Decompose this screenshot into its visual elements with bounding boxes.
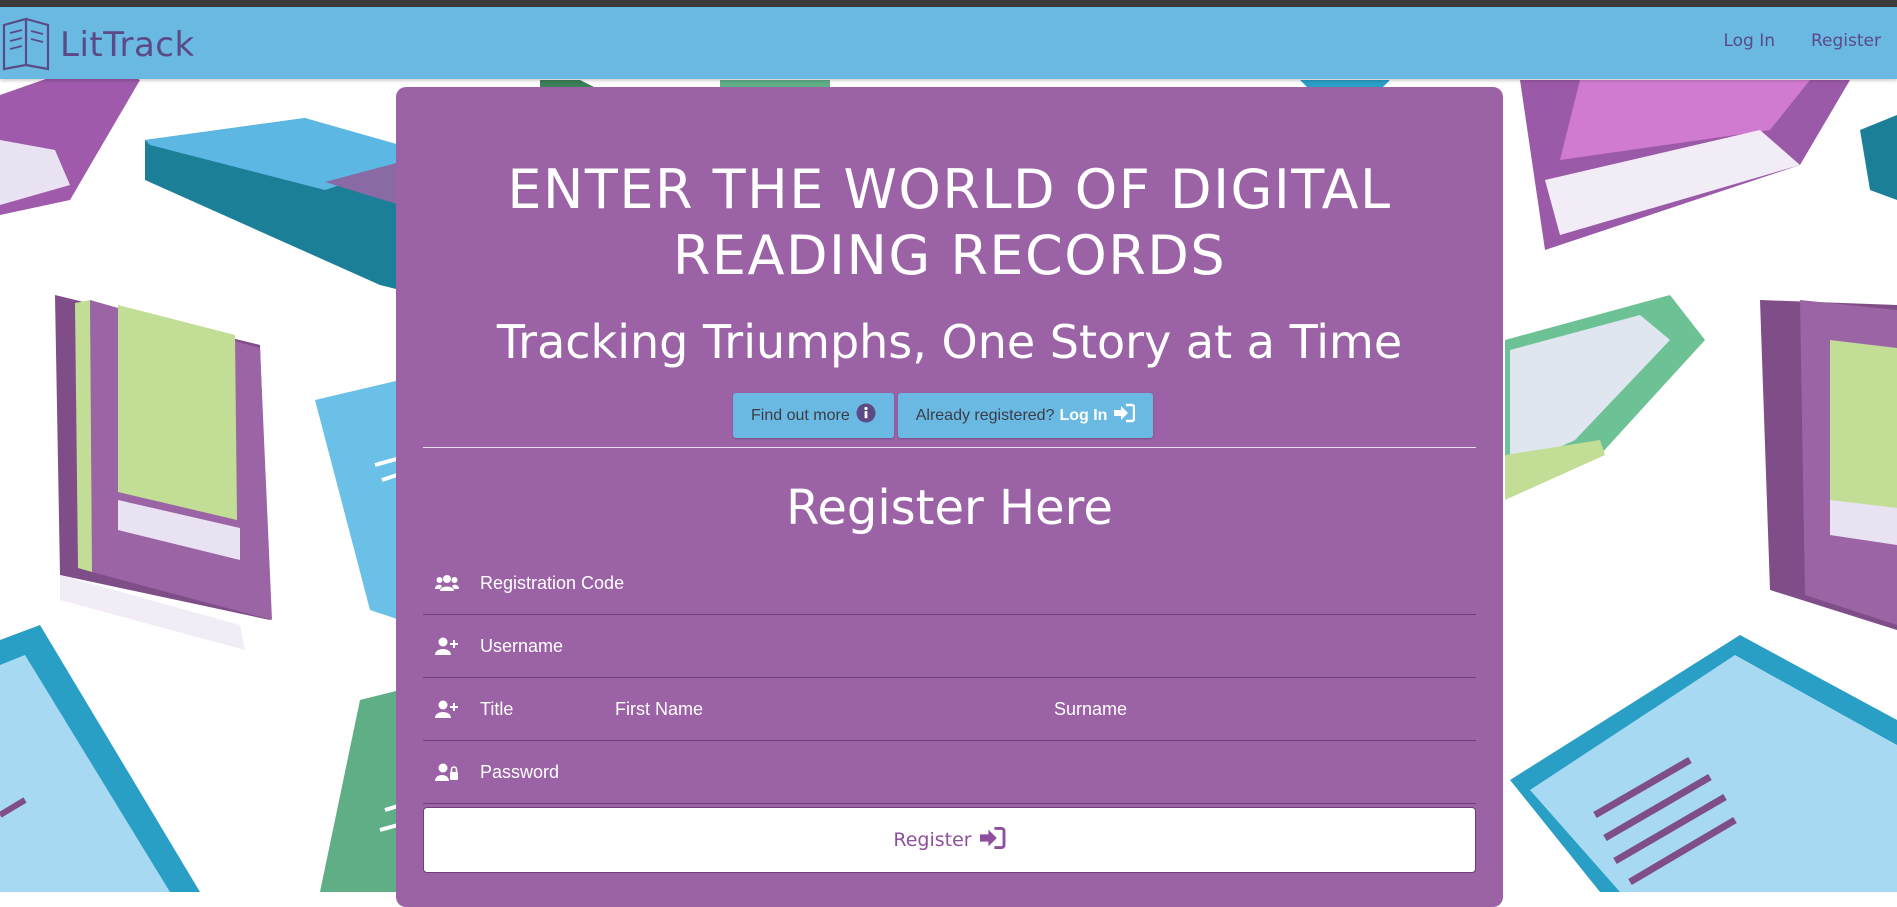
title-input[interactable] bbox=[480, 689, 615, 729]
user-plus-icon bbox=[435, 637, 459, 655]
registration-code-row bbox=[423, 552, 1476, 615]
nav-links: Log In Register bbox=[1723, 31, 1881, 51]
name-row bbox=[423, 678, 1476, 741]
nav-login-link[interactable]: Log In bbox=[1723, 31, 1775, 51]
bg-book-blue-farright bbox=[1860, 115, 1897, 200]
book-icon bbox=[0, 15, 58, 76]
nav-register-link[interactable]: Register bbox=[1811, 31, 1881, 51]
hero-button-row: Find out more Already registered? Log In bbox=[733, 393, 1154, 438]
bg-book-purple-left bbox=[55, 295, 272, 650]
user-plus-icon bbox=[435, 700, 459, 718]
registration-code-input[interactable] bbox=[480, 563, 1460, 603]
bg-book-blue-bottomright bbox=[1510, 635, 1897, 892]
hero-headline: ENTER THE WORLD OF DIGITAL READING RECOR… bbox=[396, 157, 1503, 289]
password-row bbox=[423, 741, 1476, 804]
bg-book-blue-topleft bbox=[145, 118, 400, 290]
bg-book-lightblue-midleft bbox=[315, 380, 401, 620]
brand-name: LitTrack bbox=[60, 25, 195, 65]
username-row bbox=[423, 615, 1476, 678]
password-input[interactable] bbox=[480, 752, 1460, 792]
users-icon bbox=[435, 574, 459, 592]
already-registered-label: Already registered? bbox=[915, 406, 1055, 424]
first-name-input[interactable] bbox=[615, 689, 1054, 729]
username-input[interactable] bbox=[480, 626, 1460, 666]
bg-book-blue-bottomleft bbox=[0, 625, 200, 892]
bg-book-pink-topleft bbox=[0, 60, 140, 215]
navbar: LitTrack Log In Register bbox=[0, 7, 1897, 79]
brand[interactable]: LitTrack bbox=[0, 17, 195, 73]
bg-book-purple-farright bbox=[1760, 300, 1897, 630]
user-lock-icon bbox=[435, 763, 459, 781]
register-submit-label: Register bbox=[893, 829, 972, 851]
hero-tagline: Tracking Triumphs, One Story at a Time bbox=[496, 315, 1403, 369]
register-submit-button[interactable]: Register bbox=[423, 807, 1476, 873]
sign-in-icon bbox=[972, 826, 1006, 855]
hero-headline-line1: ENTER THE WORLD OF DIGITAL bbox=[507, 158, 1392, 221]
register-title: Register Here bbox=[786, 480, 1113, 536]
login-label: Log In bbox=[1059, 406, 1108, 424]
already-registered-login-button[interactable]: Already registered? Log In bbox=[897, 393, 1154, 438]
bg-book-green-bottomleft bbox=[320, 690, 400, 892]
bg-book-pink-topright bbox=[1520, 80, 1850, 250]
sign-in-icon bbox=[1107, 403, 1136, 428]
main-panel: ENTER THE WORLD OF DIGITAL READING RECOR… bbox=[396, 87, 1503, 907]
find-out-more-button[interactable]: Find out more bbox=[733, 393, 894, 438]
find-out-more-label: Find out more bbox=[751, 406, 850, 424]
surname-input[interactable] bbox=[1054, 689, 1434, 729]
hero-headline-line2: READING RECORDS bbox=[672, 224, 1227, 287]
info-circle-icon bbox=[850, 403, 876, 428]
bg-book-green-right bbox=[1505, 295, 1705, 500]
section-divider bbox=[423, 447, 1476, 448]
